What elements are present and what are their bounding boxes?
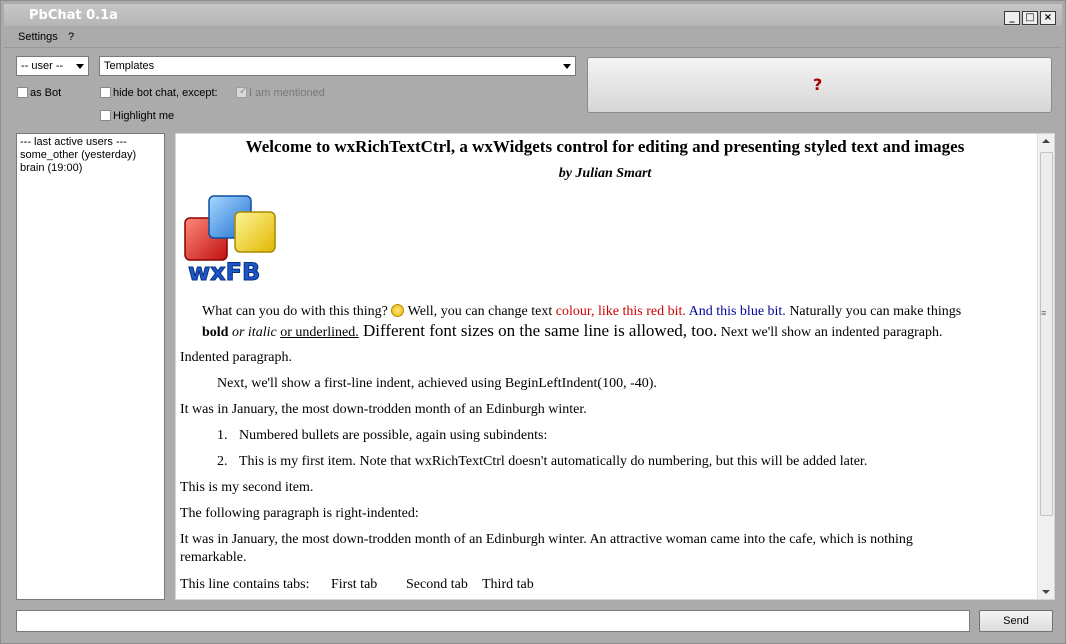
window-title: PbChat 0.1a: [29, 8, 118, 23]
scroll-down-icon[interactable]: [1042, 590, 1050, 594]
menu-help[interactable]: ?: [68, 31, 74, 43]
document-byline: by Julian Smart: [558, 166, 652, 181]
maximize-button[interactable]: □: [1022, 11, 1038, 25]
document-title: Welcome to wxRichTextCtrl, a wxWidgets c…: [245, 137, 965, 156]
text-run: What can you do with this thing?: [202, 304, 392, 319]
numbered-bullet-1: Numbered bullets are possible, again usi…: [239, 428, 548, 443]
chat-rich-text[interactable]: Welcome to wxRichTextCtrl, a wxWidgets c…: [175, 133, 1055, 600]
question-mark-icon: ?: [813, 75, 823, 94]
chevron-down-icon: [76, 64, 84, 69]
numbered-bullet-number: 1.: [217, 428, 228, 443]
italic-text: or italic: [228, 325, 277, 340]
checkbox-checked-icon: ✓: [236, 86, 247, 98]
chevron-down-icon: [563, 64, 571, 69]
highlight-me-checkbox[interactable]: Highlight me: [100, 110, 174, 122]
hide-bot-chat-label: hide bot chat, except:: [113, 87, 218, 99]
january-paragraph: It was in January, the most down-trodden…: [180, 402, 587, 417]
scrollbar-thumb[interactable]: [1040, 152, 1053, 516]
as-bot-checkbox[interactable]: as Bot: [17, 87, 61, 99]
checkbox-icon: [100, 110, 111, 121]
second-item-paragraph: This is my second item.: [180, 480, 314, 495]
i-am-mentioned-checkbox[interactable]: ✓ I am mentioned: [236, 86, 325, 99]
user-select[interactable]: -- user --: [16, 56, 89, 76]
help-button[interactable]: ?: [587, 57, 1052, 113]
menu-bar: Settings ?: [4, 29, 1062, 47]
tab-text-2: Second tab: [406, 577, 468, 592]
text-run: Naturally you can make things: [785, 304, 962, 319]
paragraph-intro-line2: bold or italic or underlined. Different …: [202, 321, 943, 341]
bold-text: bold: [202, 325, 229, 340]
first-line-indent-paragraph: Next, we'll show a first-line indent, ac…: [217, 376, 657, 391]
blue-text: And this blue bit.: [685, 304, 786, 319]
tabs-label: This line contains tabs:: [180, 577, 310, 592]
app-window: PbChat 0.1a _ □ × Settings ? -- user -- …: [0, 0, 1066, 644]
hide-bot-chat-checkbox[interactable]: hide bot chat, except:: [100, 87, 218, 99]
right-indented-line1: It was in January, the most down-trodden…: [180, 532, 913, 547]
user-select-value: -- user --: [21, 60, 64, 72]
send-button[interactable]: Send: [979, 610, 1053, 632]
wxfb-logo: wxFB: [183, 194, 279, 290]
active-users-list[interactable]: --- last active users --- some_other (ye…: [16, 133, 165, 600]
scroll-up-icon[interactable]: [1042, 139, 1050, 143]
underlined-text: or underlined.: [280, 325, 359, 340]
text-run: Next we'll show an indented paragraph.: [717, 325, 943, 340]
close-button[interactable]: ×: [1040, 11, 1056, 25]
vertical-scrollbar[interactable]: ≡: [1037, 134, 1054, 599]
main-panel: -- user -- Templates as Bot hide bot cha…: [4, 47, 1062, 641]
title-bar[interactable]: PbChat 0.1a _ □ ×: [4, 4, 1062, 26]
message-input[interactable]: [16, 610, 970, 632]
numbered-bullet-2: This is my first item. Note that wxRichT…: [239, 454, 868, 469]
right-indented-line2: remarkable.: [180, 550, 247, 565]
tab-text-3: Third tab: [482, 577, 534, 592]
checkbox-icon: [100, 87, 111, 98]
large-text: Different font sizes on the same line is…: [358, 321, 718, 340]
paragraph-intro-line1: What can you do with this thing? Well, y…: [202, 304, 961, 320]
red-text: colour, like this red bit.: [555, 304, 686, 319]
menu-settings[interactable]: Settings: [18, 31, 58, 43]
grip-icon: ≡: [1041, 308, 1047, 318]
checkbox-icon: [17, 87, 28, 98]
logo-text: wxFB: [187, 258, 261, 287]
text-run: Well, you can change text: [404, 304, 556, 319]
list-item[interactable]: brain (19:00): [20, 162, 161, 175]
indented-paragraph: Indented paragraph.: [180, 350, 292, 365]
smiley-icon: [391, 304, 405, 317]
numbered-bullet-number: 2.: [217, 454, 228, 469]
as-bot-label: as Bot: [30, 87, 62, 99]
tab-text-1: First tab: [331, 577, 378, 592]
i-am-mentioned-label: I am mentioned: [249, 87, 325, 99]
minimize-button[interactable]: _: [1004, 11, 1020, 25]
highlight-me-label: Highlight me: [113, 110, 175, 122]
right-indented-heading: The following paragraph is right-indente…: [180, 506, 419, 521]
list-item[interactable]: some_other (yesterday): [20, 149, 161, 162]
users-list-header: --- last active users ---: [20, 136, 127, 148]
templates-select[interactable]: Templates: [99, 56, 576, 76]
templates-select-value: Templates: [104, 60, 155, 72]
